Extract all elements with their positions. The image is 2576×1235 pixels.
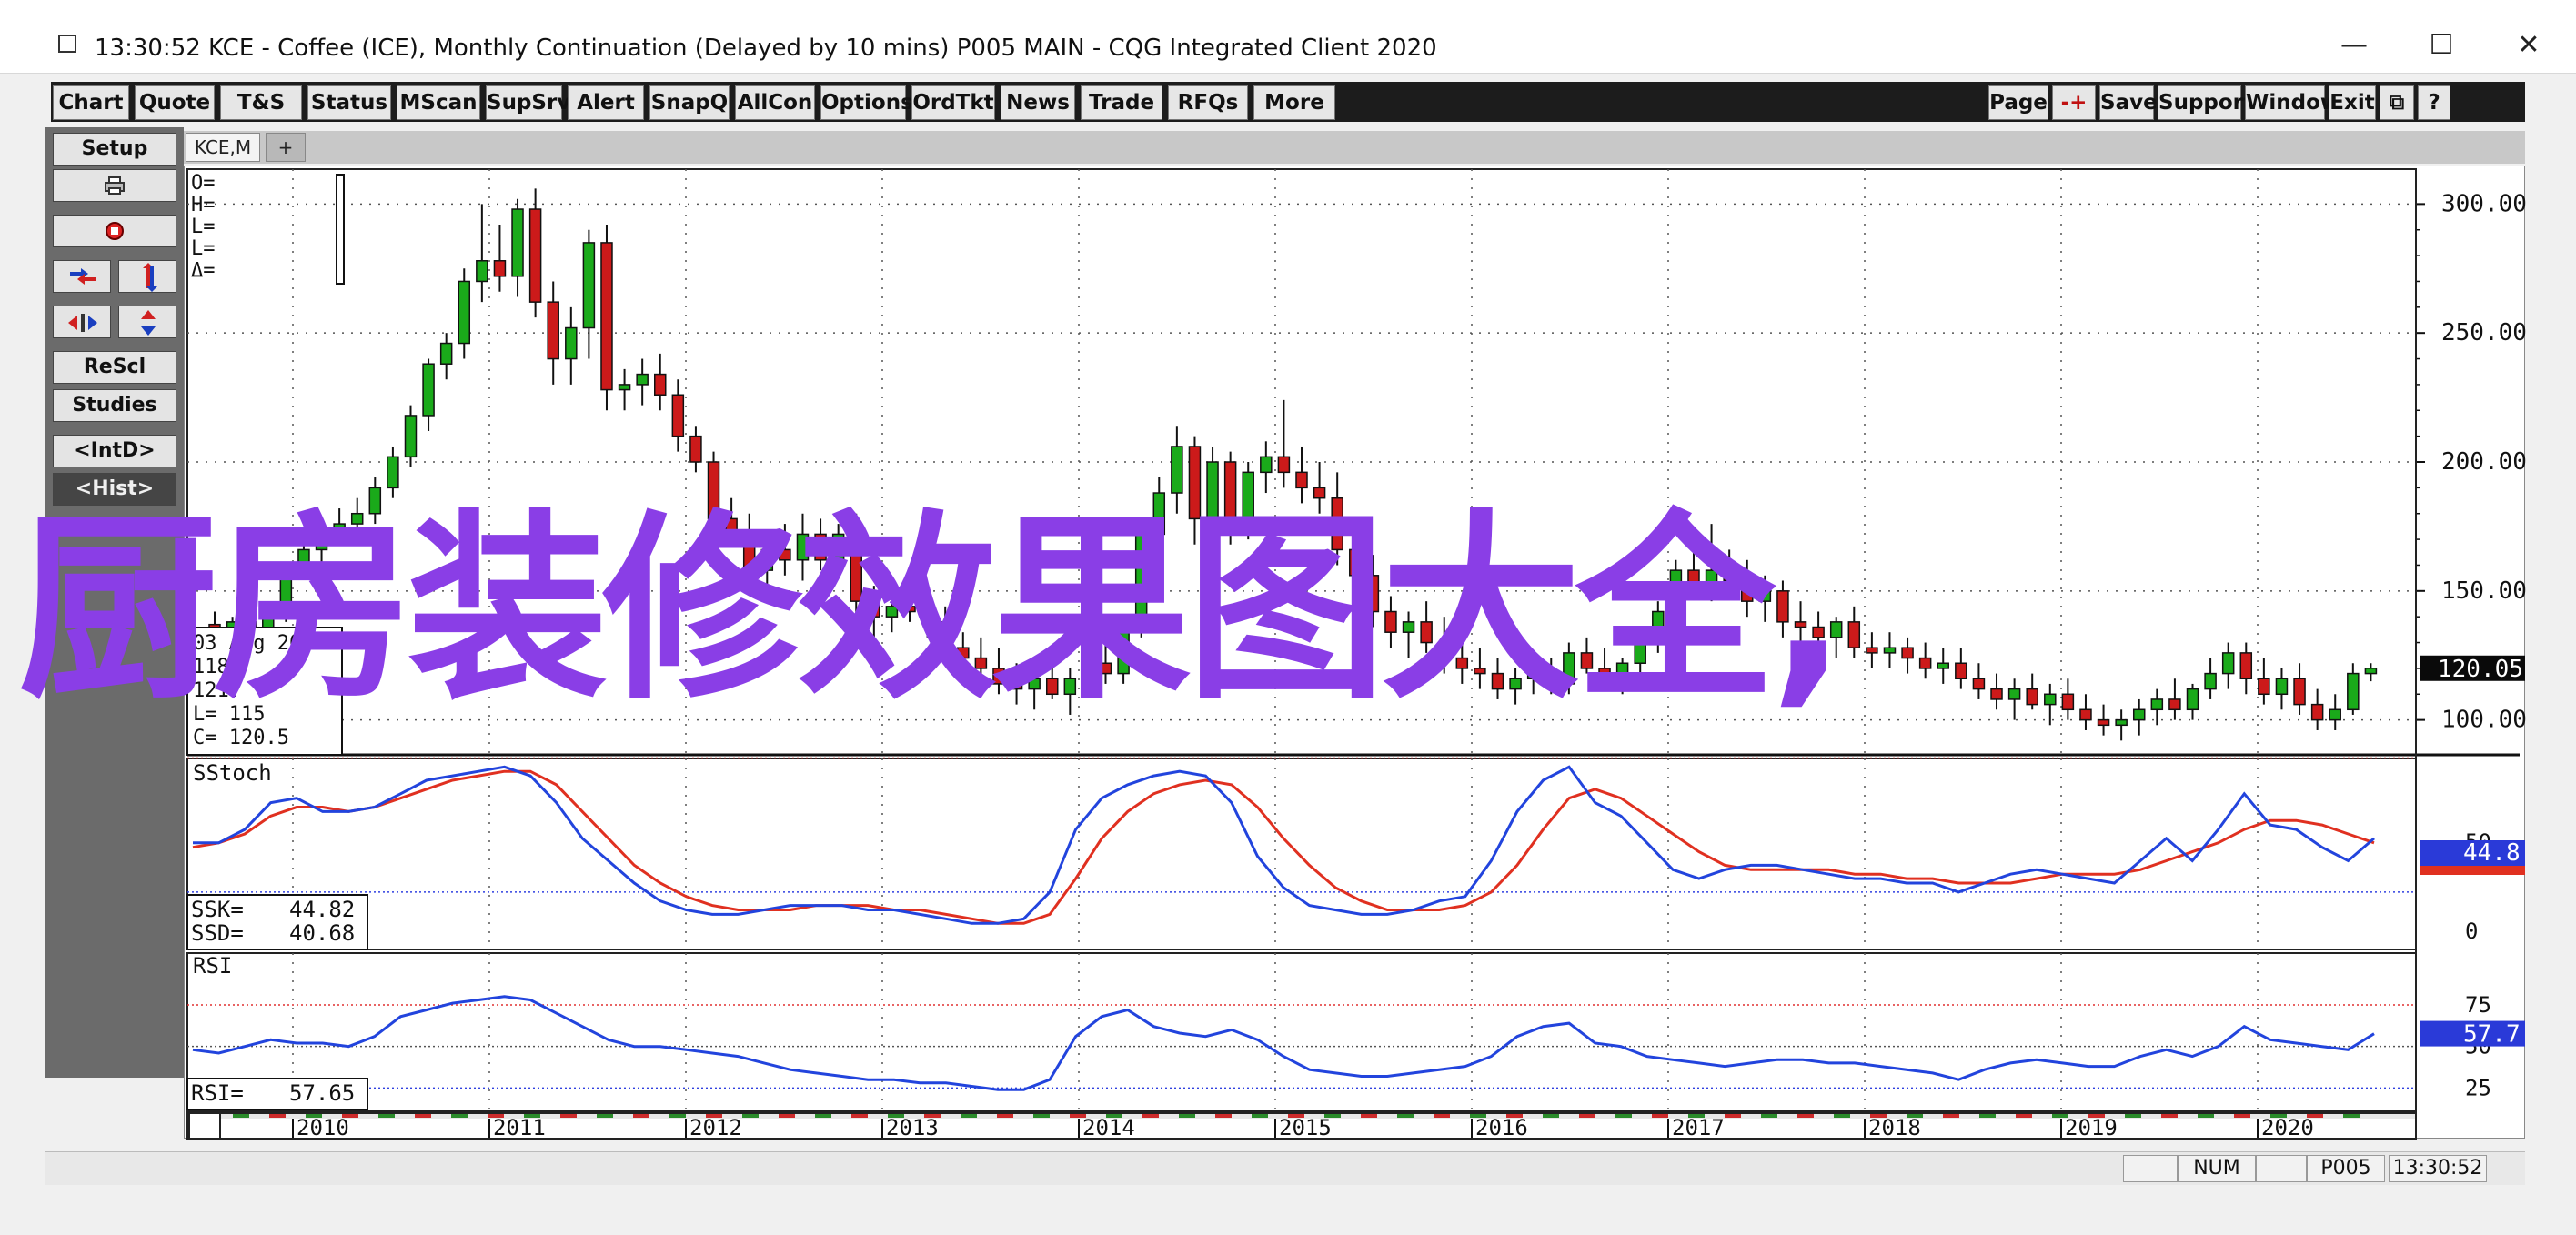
ohlc-label: H= xyxy=(191,194,216,216)
ssk-value: 44.82 xyxy=(289,897,355,922)
x-axis-year-label: 2014 xyxy=(1082,1115,1135,1140)
candle-body xyxy=(2132,708,2146,721)
candle-body xyxy=(1918,657,1932,669)
price-axis-label: 250.00 xyxy=(2441,319,2527,346)
candle-body xyxy=(1990,688,2003,700)
candle-body xyxy=(2204,672,2217,690)
candle-body xyxy=(1171,446,1183,494)
candle-body xyxy=(1901,647,1914,659)
candle-body xyxy=(528,208,542,303)
x-axis-year-label: 2010 xyxy=(297,1115,349,1140)
x-axis-year-label: 2016 xyxy=(1475,1115,1528,1140)
candle-body xyxy=(2347,672,2360,711)
candle-body xyxy=(2115,718,2128,727)
x-axis-year-label: 2018 xyxy=(1868,1115,1921,1140)
candle-body xyxy=(565,326,578,360)
candle-body xyxy=(1972,678,1986,690)
last-price-value: 120.05 xyxy=(2438,656,2523,683)
candle-body xyxy=(404,415,418,458)
candle-body xyxy=(387,456,399,489)
watermark-overlay-text: 厨房装修效果图大全, xyxy=(18,493,1846,726)
candle-body xyxy=(654,373,667,397)
rsi-axis-label: 75 xyxy=(2465,992,2491,1018)
status-blank-1 xyxy=(2123,1155,2178,1182)
candle-body xyxy=(439,342,453,365)
ssd-value: 40.68 xyxy=(289,920,355,946)
candle-body xyxy=(2239,652,2253,680)
app-window: 13:30:52 KCE - Coffee (ICE), Monthly Con… xyxy=(0,0,2576,1235)
candle-body xyxy=(2275,678,2289,696)
ohlc-label: O= xyxy=(191,172,216,195)
stoch-axis-label: 0 xyxy=(2465,919,2478,944)
x-axis-year-label: 2019 xyxy=(2065,1115,2118,1140)
candle-body xyxy=(511,208,524,277)
candle-body xyxy=(2186,688,2199,711)
candle-body xyxy=(1866,647,1878,654)
rsi-title: RSI xyxy=(193,953,232,979)
candle-body xyxy=(1295,471,1308,489)
status-page: P005 xyxy=(2307,1155,2385,1182)
candle-body xyxy=(422,363,435,417)
candle-body xyxy=(689,435,702,463)
price-axis-label: 100.00 xyxy=(2441,707,2527,734)
candle-body xyxy=(618,384,631,391)
cursor-bar-marker xyxy=(336,174,345,285)
status-blank-2 xyxy=(2256,1155,2307,1182)
candle-body xyxy=(2221,652,2235,675)
candle-body xyxy=(2061,693,2075,711)
ssk-last-value: 44.8 xyxy=(2463,839,2521,867)
candle-body xyxy=(582,242,596,329)
ohlc-label: Δ= xyxy=(191,259,216,282)
ssk-label: SSK= xyxy=(191,897,244,922)
x-axis-year-label: 2020 xyxy=(2261,1115,2314,1140)
candle-body xyxy=(2150,698,2164,711)
candle-body xyxy=(2310,703,2324,721)
ohlc-label: L= xyxy=(191,237,216,260)
ohlc-label: L= xyxy=(191,216,216,238)
status-time: 13:30:52 xyxy=(2389,1155,2487,1182)
candle-body xyxy=(2079,708,2092,721)
x-axis-year-label: 2013 xyxy=(886,1115,939,1140)
candle-body xyxy=(600,242,613,391)
ssd-last-tag xyxy=(2420,866,2525,875)
candle-body xyxy=(458,280,471,345)
candle-body xyxy=(2097,718,2110,727)
candle-body xyxy=(636,373,649,386)
stoch-title: SStoch xyxy=(193,760,272,786)
candle-body xyxy=(1260,456,1273,474)
candle-body xyxy=(1847,621,1861,648)
rsi-value: 57.65 xyxy=(289,1080,355,1106)
x-axis-year-label: 2015 xyxy=(1279,1115,1332,1140)
candle-body xyxy=(1955,662,1967,680)
candle-body xyxy=(1277,456,1291,474)
price-axis-label: 200.00 xyxy=(2441,448,2527,476)
candle-body xyxy=(1883,647,1897,654)
candle-body xyxy=(2044,693,2057,706)
x-axis-year-label: 2011 xyxy=(493,1115,546,1140)
status-num: NUM xyxy=(2178,1155,2256,1182)
rsi-axis-label: 25 xyxy=(2465,1075,2491,1100)
x-axis-year-label: 2012 xyxy=(689,1115,742,1140)
time-axis-handle xyxy=(188,1112,221,1140)
price-axis-label: 300.00 xyxy=(2441,190,2527,217)
candle-body xyxy=(2329,708,2341,721)
candle-body xyxy=(671,394,685,437)
cursor-info-line: C= 120.5 xyxy=(193,727,289,749)
stoch-panel-frame xyxy=(186,758,2417,950)
price-axis-label: 150.00 xyxy=(2441,577,2527,605)
x-axis-year-label: 2017 xyxy=(1672,1115,1725,1140)
candle-body xyxy=(493,260,507,277)
ssd-label: SSD= xyxy=(191,920,244,946)
rsi-label: RSI= xyxy=(191,1080,244,1106)
candle-body xyxy=(2258,678,2270,696)
candle-body xyxy=(2293,678,2306,706)
candle-body xyxy=(2007,688,2021,700)
candle-body xyxy=(2168,698,2181,711)
candle-body xyxy=(547,301,559,360)
rsi-last-value: 57.7 xyxy=(2463,1021,2521,1049)
candle-body xyxy=(1937,662,1949,669)
candle-body xyxy=(2364,668,2378,675)
candle-body xyxy=(476,260,488,283)
candle-body xyxy=(2026,688,2038,706)
